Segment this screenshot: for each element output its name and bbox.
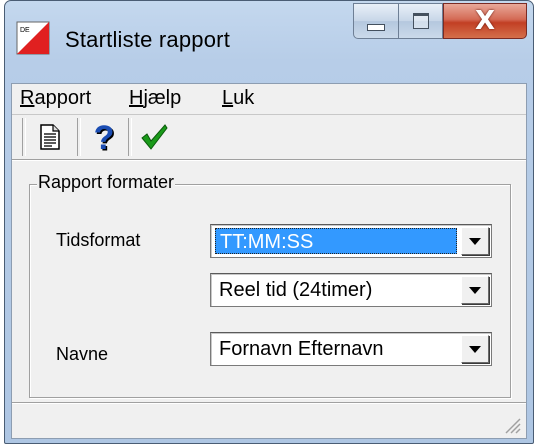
status-bar bbox=[12, 402, 526, 439]
menu-mnemonic: L bbox=[222, 87, 234, 109]
tidsformat-dropdown-button[interactable] bbox=[461, 227, 489, 255]
app-flag-icon: DE bbox=[16, 21, 50, 55]
toolbar-separator bbox=[22, 118, 26, 156]
navne-value: Fornavn Efternavn bbox=[219, 338, 384, 360]
menu-label: jælp bbox=[143, 87, 182, 109]
chevron-down-icon bbox=[469, 345, 481, 353]
minimize-icon bbox=[367, 23, 385, 31]
maximize-button[interactable] bbox=[399, 3, 443, 39]
tidstype-value: Reel tid (24timer) bbox=[219, 279, 373, 301]
tidstype-dropdown-button[interactable] bbox=[461, 276, 489, 304]
tidsformat-label: Tidsformat bbox=[56, 230, 141, 250]
minimize-button[interactable] bbox=[353, 3, 399, 39]
navne-label: Navne bbox=[56, 344, 109, 364]
checkmark-icon bbox=[141, 124, 168, 150]
menu-mnemonic: R bbox=[20, 87, 35, 109]
toolbar: ? ? bbox=[12, 115, 526, 160]
close-icon: X bbox=[474, 6, 496, 36]
group-title: Rapport formater bbox=[37, 172, 176, 193]
svg-text:DE: DE bbox=[20, 27, 30, 34]
report-document-button[interactable] bbox=[32, 119, 68, 155]
window-title: Startliste rapport bbox=[65, 27, 231, 52]
menu-bar: Rapport Hjælp Luk bbox=[12, 84, 526, 115]
toolbar-separator bbox=[128, 118, 132, 156]
title-bar[interactable]: DE Startliste rapport X bbox=[5, 1, 533, 83]
document-icon bbox=[40, 124, 60, 150]
chevron-down-icon bbox=[469, 286, 481, 294]
close-button[interactable]: X bbox=[443, 3, 527, 39]
tidsformat-value: TT:MM:SS bbox=[215, 228, 457, 254]
ok-button[interactable] bbox=[136, 119, 172, 155]
navne-select[interactable]: Fornavn Efternavn bbox=[210, 332, 492, 366]
resize-grip-icon[interactable] bbox=[502, 415, 522, 435]
client-area: Rapport Hjælp Luk ? ? Rapport formater T… bbox=[11, 83, 527, 439]
navne-dropdown-button[interactable] bbox=[461, 335, 489, 363]
menu-mnemonic: H bbox=[129, 87, 144, 109]
tidsformat-select[interactable]: TT:MM:SS bbox=[210, 224, 492, 258]
help-icon: ? ? bbox=[94, 120, 116, 154]
menu-rapport[interactable]: Rapport bbox=[20, 87, 91, 110]
caption-buttons: X bbox=[353, 3, 527, 43]
menu-label: uk bbox=[233, 87, 255, 109]
app-window: DE Startliste rapport X Rapport Hjælp Lu… bbox=[4, 0, 534, 444]
toolbar-separator bbox=[77, 118, 81, 156]
menu-hjaelp[interactable]: Hjælp bbox=[129, 87, 181, 110]
maximize-icon bbox=[412, 13, 429, 29]
menu-label: apport bbox=[34, 87, 92, 109]
tidstype-select[interactable]: Reel tid (24timer) bbox=[210, 273, 492, 307]
help-button[interactable]: ? ? bbox=[86, 119, 122, 155]
menu-luk[interactable]: Luk bbox=[222, 87, 254, 110]
chevron-down-icon bbox=[469, 237, 481, 245]
svg-text:?: ? bbox=[94, 120, 115, 154]
